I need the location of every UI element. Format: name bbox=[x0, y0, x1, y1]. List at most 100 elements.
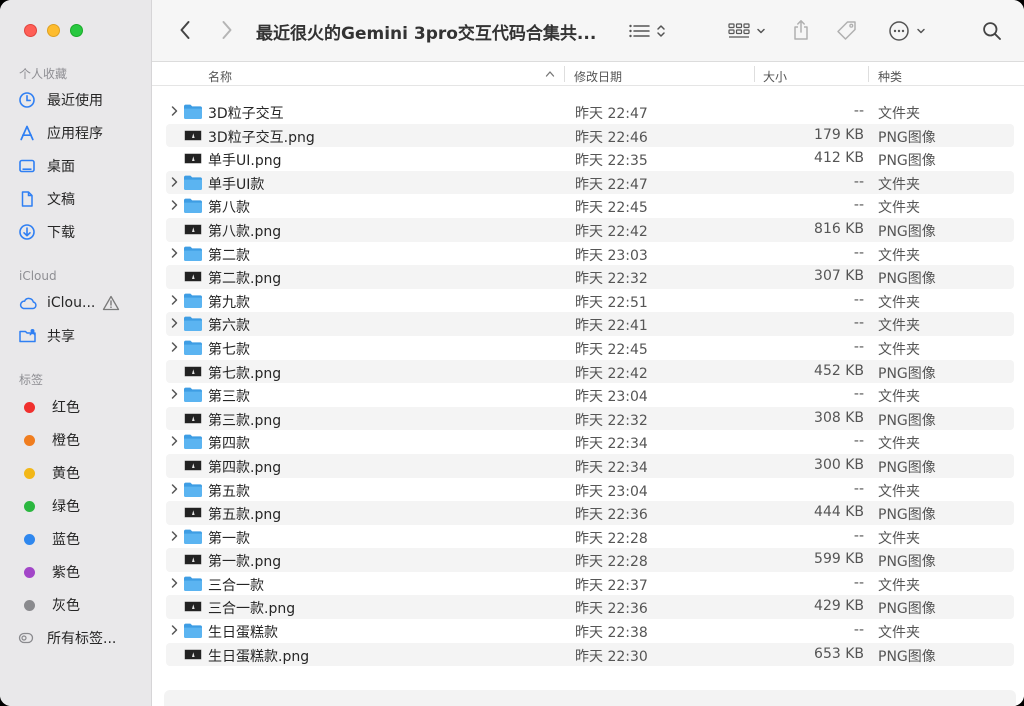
disclosure-chevron-icon[interactable] bbox=[170, 176, 179, 192]
sidebar-item-desktop[interactable]: 桌面 bbox=[18, 154, 142, 178]
table-row[interactable]: 第八款.png 昨天 22:42 816 KB PNG图像 bbox=[166, 217, 1014, 242]
search-button[interactable] bbox=[980, 19, 1004, 43]
horizontal-scrollbar[interactable] bbox=[164, 690, 1016, 706]
sidebar-all-tags[interactable]: 所有标签... bbox=[18, 626, 142, 650]
disclosure-chevron-icon[interactable] bbox=[170, 483, 179, 499]
minimize-window-button[interactable] bbox=[47, 24, 60, 37]
close-window-button[interactable] bbox=[24, 24, 37, 37]
file-date: 昨天 22:42 bbox=[575, 223, 648, 240]
table-row[interactable]: 第二款.png 昨天 22:32 307 KB PNG图像 bbox=[166, 265, 1014, 289]
table-row[interactable]: 第二款 昨天 23:03 -- 文件夹 bbox=[166, 242, 1014, 266]
disclosure-chevron-icon[interactable] bbox=[170, 435, 179, 451]
file-name: 第一款.png bbox=[208, 554, 282, 571]
table-row[interactable]: 第九款 昨天 22:51 -- 文件夹 bbox=[166, 289, 1014, 313]
file-list-area: 名称 修改日期 大小 种类 3D粒子交互 昨天 22:47 -- 文件夹 3D粒子交互.… bbox=[152, 62, 1024, 706]
table-row[interactable]: 第三款.png 昨天 22:32 308 KB PNG图像 bbox=[166, 406, 1014, 431]
tag-button[interactable] bbox=[834, 18, 860, 44]
tag-color-dot bbox=[24, 467, 35, 479]
sidebar-tag-blue[interactable]: 蓝色 bbox=[18, 527, 142, 551]
column-size-header[interactable]: 大小 bbox=[763, 68, 787, 85]
file-name: 第六款 bbox=[208, 318, 250, 335]
share-button[interactable] bbox=[790, 17, 812, 43]
column-date-header[interactable]: 修改日期 bbox=[574, 68, 622, 85]
image-file-icon bbox=[183, 504, 203, 525]
column-divider[interactable] bbox=[564, 66, 565, 82]
column-divider[interactable] bbox=[868, 66, 869, 82]
table-row[interactable]: 第四款 昨天 22:34 -- 文件夹 bbox=[166, 430, 1014, 454]
table-row[interactable]: 第六款 昨天 22:41 -- 文件夹 bbox=[166, 312, 1014, 336]
disclosure-chevron-icon[interactable] bbox=[170, 530, 179, 546]
sidebar-tag-orange[interactable]: 橙色 bbox=[18, 428, 142, 452]
folder-icon bbox=[183, 339, 203, 360]
table-row[interactable]: 单手UI.png 昨天 22:35 412 KB PNG图像 bbox=[166, 147, 1014, 171]
table-row[interactable]: 3D粒子交互 昨天 22:47 -- 文件夹 bbox=[166, 100, 1014, 124]
sidebar-tag-green[interactable]: 绿色 bbox=[18, 494, 142, 518]
maximize-window-button[interactable] bbox=[70, 24, 83, 37]
file-kind: PNG图像 bbox=[878, 459, 936, 476]
table-row[interactable]: 第四款.png 昨天 22:34 300 KB PNG图像 bbox=[166, 453, 1014, 478]
sidebar-item-applications[interactable]: 应用程序 bbox=[18, 121, 142, 145]
ellipsis-circle-icon bbox=[889, 21, 909, 41]
table-row[interactable]: 第七款.png 昨天 22:42 452 KB PNG图像 bbox=[166, 359, 1014, 384]
disclosure-chevron-icon[interactable] bbox=[170, 624, 179, 640]
table-row[interactable]: 三合一款 昨天 22:37 -- 文件夹 bbox=[166, 572, 1014, 596]
disclosure-chevron-icon[interactable] bbox=[170, 294, 179, 310]
sidebar-item-shared[interactable]: 共享 bbox=[18, 324, 142, 348]
file-kind: 文件夹 bbox=[878, 200, 920, 217]
applications-icon bbox=[18, 124, 40, 142]
warning-icon[interactable] bbox=[102, 295, 120, 315]
table-row[interactable]: 第五款 昨天 23:04 -- 文件夹 bbox=[166, 478, 1014, 502]
file-size: -- bbox=[853, 315, 864, 332]
share-icon bbox=[794, 20, 808, 40]
disclosure-chevron-icon[interactable] bbox=[170, 388, 179, 404]
disclosure-chevron-icon[interactable] bbox=[170, 247, 179, 263]
column-name-header[interactable]: 名称 bbox=[208, 68, 232, 85]
file-name: 第一款 bbox=[208, 530, 250, 547]
table-row[interactable]: 第八款 昨天 22:45 -- 文件夹 bbox=[166, 194, 1014, 218]
sidebar-item-label: 紫色 bbox=[52, 565, 80, 581]
table-row[interactable]: 第五款.png 昨天 22:36 444 KB PNG图像 bbox=[166, 501, 1014, 525]
table-row[interactable]: 三合一款.png 昨天 22:36 429 KB PNG图像 bbox=[166, 595, 1014, 620]
image-file-icon bbox=[183, 457, 203, 478]
sidebar-item-downloads[interactable]: 下载 bbox=[18, 220, 142, 244]
table-row[interactable]: 3D粒子交互.png 昨天 22:46 179 KB PNG图像 bbox=[166, 123, 1014, 148]
chevron-down-icon bbox=[757, 28, 765, 34]
disclosure-chevron-icon[interactable] bbox=[170, 317, 179, 333]
folder-icon bbox=[183, 292, 203, 313]
file-kind: PNG图像 bbox=[878, 507, 936, 524]
image-file-icon bbox=[183, 221, 203, 242]
table-row[interactable]: 单手UI款 昨天 22:47 -- 文件夹 bbox=[166, 170, 1014, 195]
file-date: 昨天 22:36 bbox=[575, 601, 648, 618]
file-size: -- bbox=[853, 291, 864, 308]
sidebar-tag-gray[interactable]: 灰色 bbox=[18, 593, 142, 617]
sidebar-item-documents[interactable]: 文稿 bbox=[18, 187, 142, 211]
column-divider[interactable] bbox=[754, 66, 755, 82]
column-kind-header[interactable]: 种类 bbox=[878, 68, 902, 85]
table-row[interactable]: 第三款 昨天 23:04 -- 文件夹 bbox=[166, 383, 1014, 407]
disclosure-chevron-icon[interactable] bbox=[170, 341, 179, 357]
group-button[interactable] bbox=[724, 19, 770, 43]
sidebar-tag-yellow[interactable]: 黄色 bbox=[18, 461, 142, 485]
sidebar-tag-red[interactable]: 红色 bbox=[18, 395, 142, 419]
disclosure-chevron-icon[interactable] bbox=[170, 577, 179, 593]
table-row[interactable]: 第一款 昨天 22:28 -- 文件夹 bbox=[166, 525, 1014, 549]
table-row[interactable]: 第七款 昨天 22:45 -- 文件夹 bbox=[166, 336, 1014, 360]
view-options-button[interactable] bbox=[626, 19, 668, 43]
more-actions-button[interactable] bbox=[886, 19, 928, 43]
disclosure-chevron-icon[interactable] bbox=[170, 199, 179, 215]
table-row[interactable]: 生日蛋糕款 昨天 22:38 -- 文件夹 bbox=[166, 619, 1014, 643]
sidebar-item-icloud-drive[interactable]: iClou... bbox=[18, 291, 142, 315]
sidebar-item-recents[interactable]: 最近使用 bbox=[18, 88, 142, 112]
file-date: 昨天 22:32 bbox=[575, 412, 648, 429]
file-name: 第八款.png bbox=[208, 223, 282, 240]
table-row[interactable]: 第一款.png 昨天 22:28 599 KB PNG图像 bbox=[166, 548, 1014, 572]
sidebar-tag-purple[interactable]: 紫色 bbox=[18, 560, 142, 584]
file-name: 3D粒子交互.png bbox=[208, 129, 315, 146]
disclosure-chevron-icon[interactable] bbox=[170, 105, 179, 121]
file-name: 第七款 bbox=[208, 341, 250, 358]
table-row[interactable]: 生日蛋糕款.png 昨天 22:30 653 KB PNG图像 bbox=[166, 642, 1014, 667]
file-date: 昨天 22:36 bbox=[575, 507, 648, 524]
back-button[interactable] bbox=[176, 19, 194, 41]
file-size: 308 KB bbox=[814, 409, 864, 426]
forward-button[interactable] bbox=[218, 19, 236, 41]
